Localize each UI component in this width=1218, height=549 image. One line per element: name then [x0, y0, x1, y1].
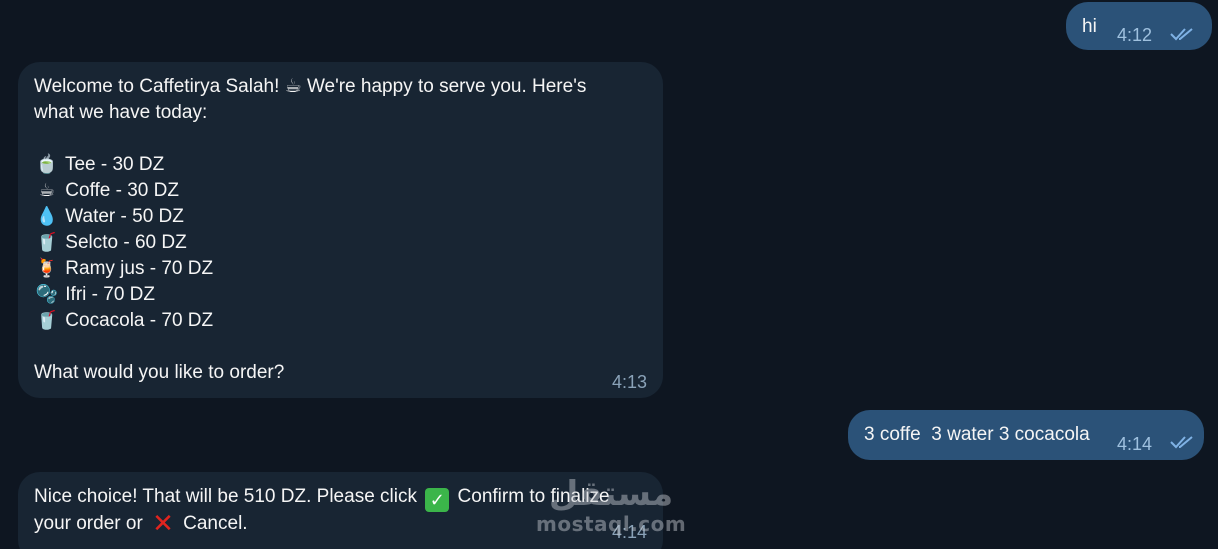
hot-beverage-icon: ☕	[38, 180, 56, 201]
menu-item-text: Tee - 30 DZ	[64, 154, 165, 175]
menu-item: 💧 Water - 50 DZ	[34, 204, 647, 230]
cup-with-straw-icon: 🥤	[35, 232, 59, 253]
cup-with-straw-icon: 🥤	[35, 310, 59, 331]
menu-item: 🥤 Selcto - 60 DZ	[34, 230, 647, 256]
menu-item: 🍹 Ramy jus - 70 DZ	[34, 256, 647, 282]
teacup-icon: 🍵	[35, 154, 59, 175]
message-text: Nice choice! That will be 510 DZ. Please…	[34, 486, 417, 507]
message-text: 3 coffe 3 water 3 cocacola	[864, 424, 1090, 445]
message-bubble-outgoing[interactable]: hi 4:12	[1066, 2, 1212, 50]
message-line: what we have today:	[34, 102, 208, 123]
droplet-icon: 💧	[35, 206, 59, 227]
menu-item-text: Ifri - 70 DZ	[65, 284, 156, 305]
message-line: Welcome to Caffetirya Salah! ☕ We're hap…	[34, 76, 587, 97]
menu-item-text: Coffe - 30 DZ	[65, 180, 179, 201]
message-time: 4:13	[612, 372, 648, 392]
menu-item-text: Water - 50 DZ	[65, 206, 184, 227]
menu-item-text: Selcto - 60 DZ	[65, 232, 187, 253]
check-mark-button-icon: ✓	[425, 488, 450, 512]
message-line: What would you like to order?	[34, 362, 285, 383]
message-line: your order or ✕ Cancel.	[34, 510, 647, 536]
message-text: your order or	[34, 513, 143, 534]
tropical-drink-icon: 🍹	[35, 258, 59, 279]
double-check-icon	[1170, 436, 1193, 449]
message-text: Confirm to finalize	[457, 486, 610, 507]
message-text: Cancel.	[183, 513, 248, 534]
cross-mark-icon: ✕	[152, 508, 174, 538]
menu-item: ☕ Coffe - 30 DZ	[34, 178, 647, 204]
message-bubble-incoming[interactable]: Welcome to Caffetirya Salah! ☕ We're hap…	[18, 62, 663, 398]
menu-item-text: Cocacola - 70 DZ	[65, 310, 214, 331]
chat-area: hi 4:12 Welcome to Caffetirya Salah! ☕ W…	[0, 0, 1218, 549]
menu-item: 🥤 Cocacola - 70 DZ	[34, 308, 647, 334]
menu-item: 🍵 Tee - 30 DZ	[34, 152, 647, 178]
message-text: hi	[1082, 16, 1097, 37]
menu-item: 🫧 Ifri - 70 DZ	[34, 282, 647, 308]
message-line: Nice choice! That will be 510 DZ. Please…	[34, 484, 647, 512]
message-bubble-outgoing[interactable]: 3 coffe 3 water 3 cocacola 4:14	[848, 410, 1204, 460]
double-check-icon	[1170, 28, 1193, 41]
message-time: 4:14	[1117, 434, 1153, 454]
message-bubble-incoming[interactable]: Nice choice! That will be 510 DZ. Please…	[18, 472, 663, 549]
message-time: 4:12	[1117, 25, 1153, 45]
bubbles-icon: 🫧	[35, 284, 59, 305]
message-time: 4:14	[612, 522, 648, 542]
menu-item-text: Ramy jus - 70 DZ	[65, 258, 214, 279]
